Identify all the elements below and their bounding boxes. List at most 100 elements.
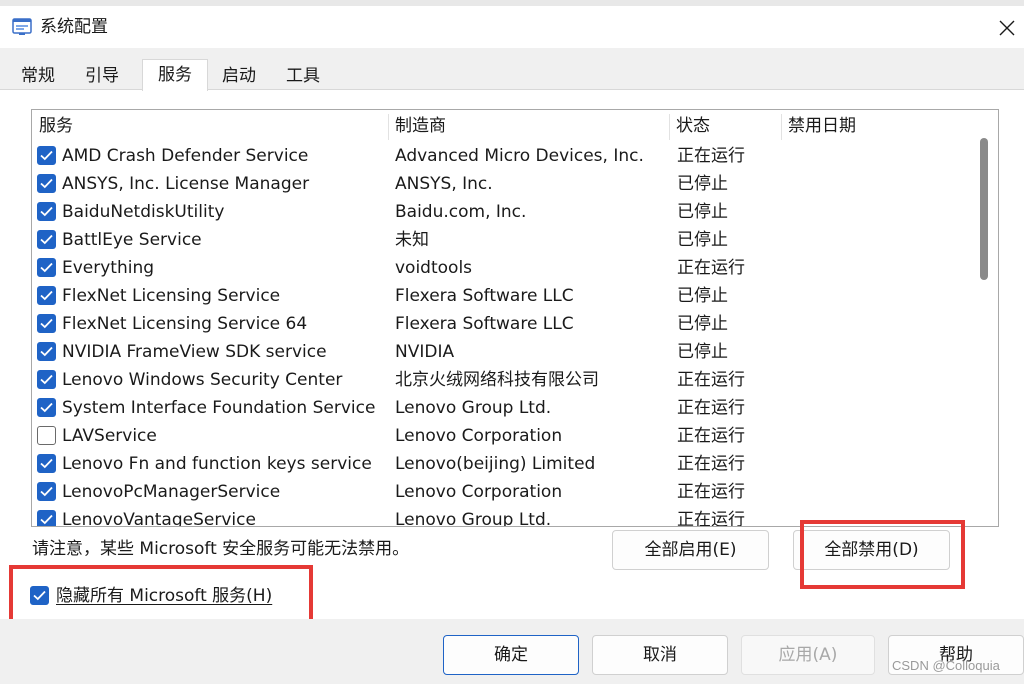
column-header-disabled-date[interactable]: 禁用日期 xyxy=(781,110,969,142)
checkbox-checked[interactable] xyxy=(37,482,56,501)
service-name: BattlEye Service xyxy=(62,230,202,250)
check-icon xyxy=(40,234,53,245)
checkbox-checked[interactable] xyxy=(37,174,56,193)
tab-startup[interactable]: 启动 xyxy=(208,62,270,90)
checkbox-checked[interactable] xyxy=(37,398,56,417)
table-row[interactable]: BaiduNetdiskUtility Baidu.com, Inc. 已停止 xyxy=(32,198,969,226)
vertical-scrollbar[interactable] xyxy=(969,110,998,526)
table-row[interactable]: BattlEye Service 未知 已停止 xyxy=(32,226,969,254)
services-list[interactable]: 服务 制造商 状态 禁用日期 AMD Crash Defender Servic… xyxy=(31,109,999,527)
manufacturer-name: Flexera Software LLC xyxy=(395,314,574,334)
checkbox-checked[interactable] xyxy=(37,510,56,526)
close-button[interactable] xyxy=(990,12,1024,44)
scrollbar-thumb[interactable] xyxy=(980,138,988,280)
status-text: 正在运行 xyxy=(677,482,745,502)
manufacturer-name: NVIDIA xyxy=(395,342,455,362)
manufacturer-name: Lenovo Group Ltd. xyxy=(395,510,552,527)
status-text: 已停止 xyxy=(677,174,728,194)
manufacturer-name: voidtools xyxy=(395,258,473,278)
manufacturer-name: 未知 xyxy=(395,230,429,250)
manufacturer-name: Lenovo(beijing) Limited xyxy=(395,454,596,474)
service-name: Everything xyxy=(62,258,155,278)
ok-button[interactable]: 确定 xyxy=(443,635,579,675)
checkbox-checked[interactable] xyxy=(37,454,56,473)
column-header-service[interactable]: 服务 xyxy=(32,110,387,142)
service-name: Lenovo Fn and function keys service xyxy=(62,454,372,474)
check-icon xyxy=(40,290,53,301)
service-name: NVIDIA FrameView SDK service xyxy=(62,342,327,362)
check-icon xyxy=(40,514,53,525)
table-row[interactable]: FlexNet Licensing Service 64 Flexera Soft… xyxy=(32,310,969,338)
checkbox-checked[interactable] xyxy=(37,370,56,389)
cancel-button[interactable]: 取消 xyxy=(592,635,728,675)
check-icon xyxy=(40,374,53,385)
status-text: 正在运行 xyxy=(677,398,745,418)
list-header: 服务 制造商 状态 禁用日期 xyxy=(32,110,969,142)
status-text: 已停止 xyxy=(677,230,728,250)
service-name: LenovoVantageService xyxy=(62,510,256,527)
table-row[interactable]: Lenovo Fn and function keys service Lenov… xyxy=(32,450,969,478)
service-name: AMD Crash Defender Service xyxy=(62,146,309,166)
table-row[interactable]: Everything voidtools 正在运行 xyxy=(32,254,969,282)
check-icon xyxy=(40,262,53,273)
disable-all-button[interactable]: 全部禁用(D) xyxy=(793,530,950,570)
checkbox-checked[interactable] xyxy=(37,230,56,249)
tab-services[interactable]: 服务 xyxy=(142,59,208,91)
checkbox-checked[interactable] xyxy=(37,342,56,361)
table-row[interactable]: AMD Crash Defender Service Advanced Micro… xyxy=(32,142,969,170)
service-name: System Interface Foundation Service xyxy=(62,398,376,418)
hide-microsoft-services-label: 隐藏所有 Microsoft 服务(H) xyxy=(56,586,273,606)
service-name: LenovoPcManagerService xyxy=(62,482,281,502)
table-row[interactable]: LenovoPcManagerService Lenovo Corporation… xyxy=(32,478,969,506)
check-icon xyxy=(40,206,53,217)
status-text: 正在运行 xyxy=(677,454,745,474)
manufacturer-name: ANSYS, Inc. xyxy=(395,174,493,194)
manufacturer-name: Flexera Software LLC xyxy=(395,286,574,306)
watermark-text: CSDN @Colloquia xyxy=(892,658,1000,673)
check-icon xyxy=(40,346,53,357)
enable-all-button[interactable]: 全部启用(E) xyxy=(612,530,769,570)
tab-strip: 常规 引导 服务 启动 工具 xyxy=(0,59,1024,91)
checkbox-checked[interactable] xyxy=(37,202,56,221)
check-icon xyxy=(40,318,53,329)
check-icon xyxy=(33,590,46,601)
window-title: 系统配置 xyxy=(40,17,108,37)
checkbox-checked[interactable] xyxy=(37,146,56,165)
status-text: 已停止 xyxy=(677,342,728,362)
check-icon xyxy=(40,150,53,161)
checkbox-checked[interactable] xyxy=(30,586,49,605)
checkbox-checked[interactable] xyxy=(37,314,56,333)
manufacturer-name: 北京火绒网络科技有限公司 xyxy=(395,370,599,390)
tab-boot[interactable]: 引导 xyxy=(74,62,130,90)
service-name: BaiduNetdiskUtility xyxy=(62,202,225,222)
table-row[interactable]: Lenovo Windows Security Center 北京火绒网络科技有限… xyxy=(32,366,969,394)
close-icon xyxy=(999,20,1015,36)
table-row[interactable]: LAVService Lenovo Corporation 正在运行 xyxy=(32,422,969,450)
tab-tools[interactable]: 工具 xyxy=(272,62,334,90)
service-name: LAVService xyxy=(62,426,157,446)
status-text: 已停止 xyxy=(677,314,728,334)
apply-button[interactable]: 应用(A) xyxy=(741,635,875,675)
service-name: Lenovo Windows Security Center xyxy=(62,370,343,390)
check-icon xyxy=(40,458,53,469)
checkbox-checked[interactable] xyxy=(37,258,56,277)
table-row[interactable]: ANSYS, Inc. License Manager ANSYS, Inc. 已停… xyxy=(32,170,969,198)
checkbox-unchecked[interactable] xyxy=(37,426,56,445)
manufacturer-name: Lenovo Corporation xyxy=(395,482,563,502)
column-header-status[interactable]: 状态 xyxy=(669,110,781,142)
checkbox-checked[interactable] xyxy=(37,286,56,305)
manufacturer-name: Lenovo Corporation xyxy=(395,426,563,446)
service-name: FlexNet Licensing Service 64 xyxy=(62,314,308,334)
manufacturer-name: Lenovo Group Ltd. xyxy=(395,398,552,418)
service-name: FlexNet Licensing Service xyxy=(62,286,281,306)
status-text: 已停止 xyxy=(677,286,728,306)
tab-general[interactable]: 常规 xyxy=(10,62,66,90)
system-config-icon xyxy=(12,17,32,37)
table-row[interactable]: System Interface Foundation Service Lenov… xyxy=(32,394,969,422)
table-row[interactable]: NVIDIA FrameView SDK service NVIDIA 已停止 xyxy=(32,338,969,366)
table-row[interactable]: FlexNet Licensing Service Flexera Softwar… xyxy=(32,282,969,310)
status-text: 正在运行 xyxy=(677,258,745,278)
table-row[interactable]: LenovoVantageService Lenovo Group Ltd. 正在运… xyxy=(32,506,969,527)
column-header-manufacturer[interactable]: 制造商 xyxy=(388,110,668,142)
check-icon xyxy=(40,402,53,413)
